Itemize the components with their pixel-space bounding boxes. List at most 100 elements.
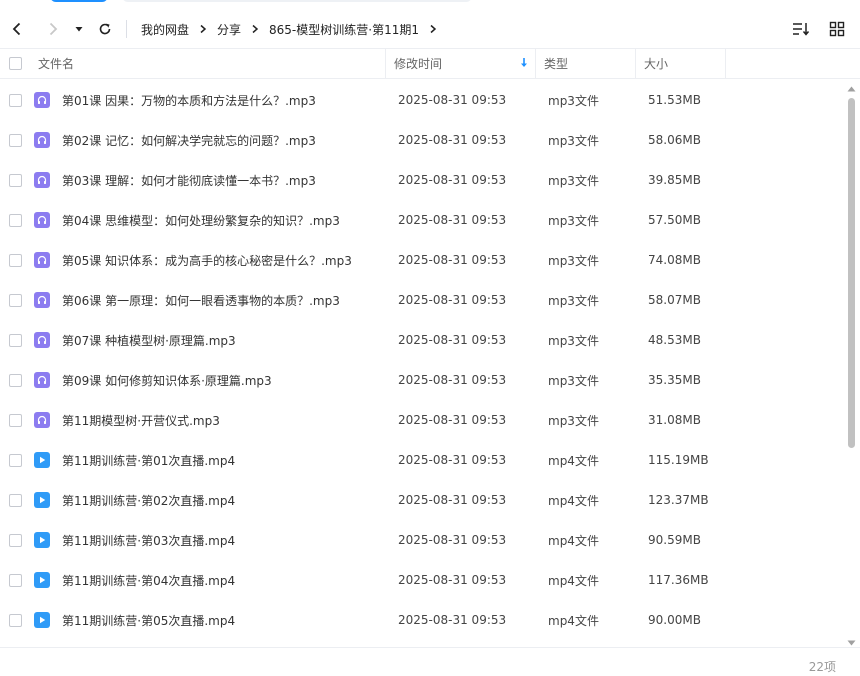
row-select[interactable] [0, 453, 30, 467]
file-type: mp3文件 [548, 173, 599, 188]
search-bar-edge[interactable] [122, 0, 472, 2]
video-file-icon [34, 612, 50, 628]
file-type-icon-cell [34, 572, 58, 588]
grid-view-button[interactable] [826, 18, 848, 40]
file-size: 117.36MB [648, 573, 709, 587]
row-select[interactable] [0, 93, 30, 107]
file-type-icon-cell [34, 292, 58, 308]
file-row[interactable]: 第11期训练营·第05次直播.mp4 2025-08-31 09:53 mp4文件 9… [0, 600, 845, 640]
file-name[interactable]: 第11期模型树·开营仪式.mp3 [58, 412, 390, 429]
file-name[interactable]: 第05课 知识体系：成为高手的核心秘密是什么？.mp3 [58, 252, 390, 269]
scrollbar-thumb[interactable] [848, 98, 855, 448]
file-row[interactable]: 第06课 第一原理：如何一眼看透事物的本质？.mp3 2025-08-31 09:… [0, 280, 845, 320]
file-size: 39.85MB [648, 173, 701, 187]
file-modified-time: 2025-08-31 09:53 [398, 173, 507, 187]
breadcrumb-chevron-icon[interactable] [425, 21, 441, 37]
file-row[interactable]: 第11期训练营·第04次直播.mp4 2025-08-31 09:53 mp4文件 1… [0, 560, 845, 600]
file-name[interactable]: 第11期训练营·第04次直播.mp4 [58, 572, 390, 589]
file-name[interactable]: 第06课 第一原理：如何一眼看透事物的本质？.mp3 [58, 292, 390, 309]
column-header-name[interactable]: 文件名 [30, 48, 386, 79]
file-type-icon-cell [34, 212, 58, 228]
file-modified-time: 2025-08-31 09:53 [398, 413, 507, 427]
file-row[interactable]: 第09课 如何修剪知识体系·原理篇.mp3 2025-08-31 09:53 mp3… [0, 360, 845, 400]
file-name[interactable]: 第09课 如何修剪知识体系·原理篇.mp3 [58, 372, 390, 389]
header-select-all[interactable] [0, 48, 30, 79]
row-checkbox[interactable] [8, 373, 22, 387]
file-row[interactable]: 第11期训练营·第01次直播.mp4 2025-08-31 09:53 mp4文件 1… [0, 440, 845, 480]
file-row[interactable]: 第02课 记忆：如何解决学完就忘的问题？.mp3 2025-08-31 09:53… [0, 120, 845, 160]
file-type-icon-cell [34, 132, 58, 148]
file-row[interactable]: 第04课 思维模型：如何处理纷繁复杂的知识？.mp3 2025-08-31 09:… [0, 200, 845, 240]
file-row[interactable]: 第01课 因果：万物的本质和方法是什么？.mp3 2025-08-31 09:53… [0, 80, 845, 120]
row-select[interactable] [0, 293, 30, 307]
row-select[interactable] [0, 493, 30, 507]
breadcrumb-item-share[interactable]: 分享 [215, 21, 243, 38]
file-modified-time: 2025-08-31 09:53 [398, 293, 507, 307]
row-select[interactable] [0, 333, 30, 347]
row-checkbox[interactable] [8, 453, 22, 467]
file-name[interactable]: 第03课 理解：如何才能彻底读懂一本书？.mp3 [58, 172, 390, 189]
row-checkbox[interactable] [8, 333, 22, 347]
row-checkbox[interactable] [8, 493, 22, 507]
file-name[interactable]: 第11期训练营·第01次直播.mp4 [58, 452, 390, 469]
row-checkbox[interactable] [8, 213, 22, 227]
file-row[interactable]: 第07课 种植模型树·原理篇.mp3 2025-08-31 09:53 mp3文件 4… [0, 320, 845, 360]
column-header-size[interactable]: 大小 [636, 48, 726, 79]
file-row[interactable]: 第11期训练营·第02次直播.mp4 2025-08-31 09:53 mp4文件 1… [0, 480, 845, 520]
row-select[interactable] [0, 533, 30, 547]
refresh-button[interactable] [94, 18, 116, 40]
select-all-checkbox[interactable] [8, 57, 22, 70]
row-checkbox[interactable] [8, 533, 22, 547]
row-checkbox[interactable] [8, 173, 22, 187]
row-checkbox[interactable] [8, 413, 22, 427]
file-row[interactable]: 第05课 知识体系：成为高手的核心秘密是什么？.mp3 2025-08-31 09… [0, 240, 845, 280]
file-type-icon-cell [34, 532, 58, 548]
file-name[interactable]: 第11期训练营·第02次直播.mp4 [58, 492, 390, 509]
active-tab-indicator[interactable] [50, 0, 108, 2]
breadcrumb-item-home[interactable]: 我的网盘 [139, 21, 191, 38]
history-dropdown-button[interactable] [68, 18, 90, 40]
row-checkbox[interactable] [8, 293, 22, 307]
toolbar-divider [126, 20, 127, 38]
file-name[interactable]: 第01课 因果：万物的本质和方法是什么？.mp3 [58, 92, 390, 109]
row-select[interactable] [0, 253, 30, 267]
back-button[interactable] [6, 18, 28, 40]
row-checkbox[interactable] [8, 573, 22, 587]
file-row[interactable]: 第11期模型树·开营仪式.mp3 2025-08-31 09:53 mp3文件 31.… [0, 400, 845, 440]
forward-button[interactable] [42, 18, 64, 40]
file-name[interactable]: 第07课 种植模型树·原理篇.mp3 [58, 332, 390, 349]
row-checkbox[interactable] [8, 133, 22, 147]
row-select[interactable] [0, 573, 30, 587]
column-header-time[interactable]: 修改时间 [386, 48, 536, 79]
file-row[interactable]: 第03课 理解：如何才能彻底读懂一本书？.mp3 2025-08-31 09:53… [0, 160, 845, 200]
chevron-left-icon [12, 22, 21, 36]
file-type: mp3文件 [548, 293, 599, 308]
file-name[interactable]: 第11期训练营·第03次直播.mp4 [58, 532, 390, 549]
file-type: mp3文件 [548, 253, 599, 268]
file-type-icon-cell [34, 252, 58, 268]
file-name[interactable]: 第11期训练营·第05次直播.mp4 [58, 612, 390, 629]
scroll-down-arrow-icon[interactable] [847, 640, 856, 646]
row-checkbox[interactable] [8, 93, 22, 107]
breadcrumb-item-current[interactable]: 865-模型树训练营·第11期1 [267, 21, 421, 38]
file-name[interactable]: 第02课 记忆：如何解决学完就忘的问题？.mp3 [58, 132, 390, 149]
audio-file-icon [34, 332, 50, 348]
file-name[interactable]: 第04课 思维模型：如何处理纷繁复杂的知识？.mp3 [58, 212, 390, 229]
row-select[interactable] [0, 613, 30, 627]
row-select[interactable] [0, 133, 30, 147]
row-checkbox[interactable] [8, 253, 22, 267]
file-modified-time: 2025-08-31 09:53 [398, 133, 507, 147]
row-checkbox[interactable] [8, 613, 22, 627]
vertical-scrollbar[interactable] [846, 86, 856, 646]
row-select[interactable] [0, 413, 30, 427]
audio-file-icon [34, 372, 50, 388]
file-modified-time: 2025-08-31 09:53 [398, 373, 507, 387]
row-select[interactable] [0, 173, 30, 187]
row-select[interactable] [0, 373, 30, 387]
scroll-up-arrow-icon[interactable] [847, 86, 856, 92]
sort-button[interactable] [790, 18, 812, 40]
file-type: mp3文件 [548, 93, 599, 108]
column-header-type[interactable]: 类型 [536, 48, 636, 79]
file-row[interactable]: 第11期训练营·第03次直播.mp4 2025-08-31 09:53 mp4文件 9… [0, 520, 845, 560]
row-select[interactable] [0, 213, 30, 227]
